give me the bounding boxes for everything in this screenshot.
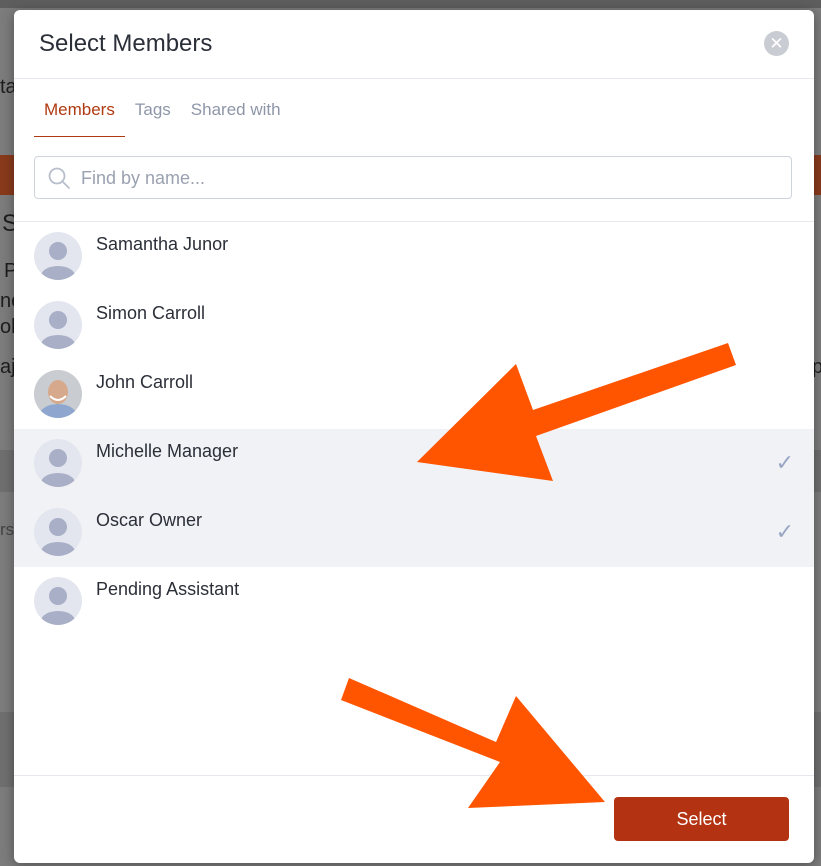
dialog-header: Select Members ✕ xyxy=(14,10,814,79)
member-row[interactable]: Simon Carroll xyxy=(14,291,814,360)
member-name: Pending Assistant xyxy=(96,579,240,599)
tab-tags[interactable]: Tags xyxy=(125,90,181,136)
search-icon xyxy=(48,167,70,189)
member-row-selected[interactable]: Oscar Owner ✓ xyxy=(14,498,814,567)
checkmark-icon: ✓ xyxy=(775,450,794,475)
member-row[interactable]: John Carroll xyxy=(14,360,814,429)
member-name: John Carroll xyxy=(96,372,194,392)
person-placeholder-icon xyxy=(34,439,82,487)
search-input[interactable] xyxy=(79,157,781,200)
person-placeholder-icon xyxy=(34,508,82,556)
close-icon: ✕ xyxy=(769,34,784,53)
person-placeholder-icon xyxy=(34,232,82,280)
tab-bar: Members Tags Shared with xyxy=(34,90,291,137)
member-name: Simon Carroll xyxy=(96,303,206,323)
dialog-title: Select Members xyxy=(39,30,213,57)
person-placeholder-icon xyxy=(34,301,82,349)
tab-members[interactable]: Members xyxy=(34,90,125,137)
person-placeholder-icon xyxy=(34,577,82,625)
member-photo xyxy=(34,370,82,418)
member-row-selected[interactable]: Michelle Manager ✓ xyxy=(14,429,814,498)
checkmark-icon: ✓ xyxy=(775,519,794,544)
footer-divider xyxy=(14,775,814,776)
tab-shared-with[interactable]: Shared with xyxy=(181,90,291,136)
select-members-dialog: Select Members ✕ Members Tags Shared wit… xyxy=(14,10,814,863)
search-box xyxy=(34,156,792,200)
background-top-strip xyxy=(0,0,821,8)
close-button[interactable]: ✕ xyxy=(764,31,789,56)
member-row[interactable]: Pending Assistant xyxy=(14,567,814,636)
select-button[interactable]: Select xyxy=(614,797,789,841)
member-list: Samantha Junor Simon Carroll John Carrol… xyxy=(14,222,814,636)
member-name: Oscar Owner xyxy=(96,510,203,530)
member-row[interactable]: Samantha Junor xyxy=(14,222,814,291)
member-name: Michelle Manager xyxy=(96,441,239,461)
member-name: Samantha Junor xyxy=(96,234,229,254)
